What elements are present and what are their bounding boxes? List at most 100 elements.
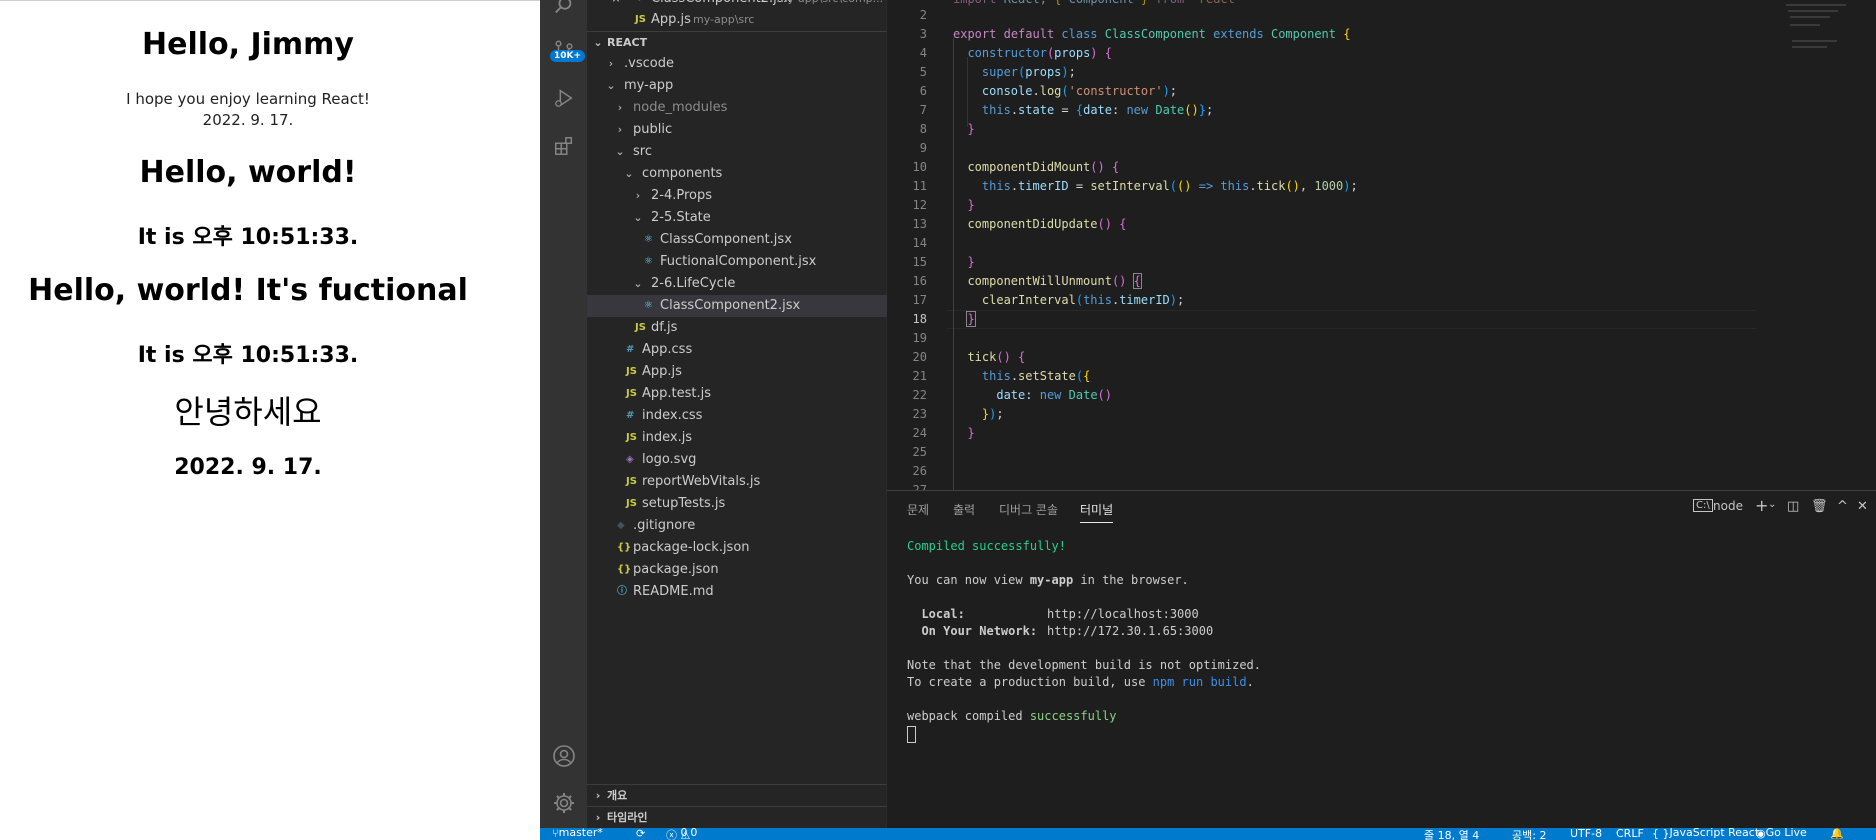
chevron-down-icon: ⌄ [615, 145, 625, 158]
file-item[interactable]: ⚛ FuctionalComponent.jsx [587, 251, 887, 273]
code-editor[interactable]: 2 3 4 5 6 7 8 9 10 11 12 13 14 15 16 17 18 19 20 21 22 23 24 25… [887, 0, 1876, 490]
encoding[interactable]: UTF-8 [1570, 828, 1602, 840]
greeting-heading: Hello, Jimmy [142, 27, 354, 62]
problems-indicator[interactable]: ⓧ 0 ⚠ 0 [666, 828, 697, 840]
terminal-view-line: You can now view my-app in the browser. [907, 573, 1189, 587]
terminal-note-line: Note that the development build is not o… [907, 658, 1262, 672]
file-item[interactable]: ⓘ README.md [587, 581, 887, 603]
tab-problems[interactable]: 문제 [907, 501, 929, 518]
timeline-section[interactable]: › 타임라인 [587, 806, 887, 829]
file-item[interactable]: {} package.json [587, 559, 887, 581]
extensions-icon[interactable] [540, 126, 587, 166]
cursor-position[interactable]: 줄 18, 열 4 [1424, 828, 1479, 840]
code-line-13: componentDidUpdate() { [967, 217, 1127, 231]
tree-item-label: .vscode [624, 56, 674, 71]
search-icon[interactable] [540, 0, 587, 26]
file-item[interactable]: ◆ .gitignore [587, 515, 887, 537]
minimap[interactable] [1766, 0, 1876, 490]
folder-item[interactable]: › .vscode [587, 53, 887, 75]
file-item[interactable]: JS App.test.js [587, 383, 887, 405]
tree-item-label: package-lock.json [633, 540, 750, 555]
go-live-button[interactable]: ◉ Go Live [1756, 828, 1807, 840]
code-line-15: } [967, 255, 975, 269]
code-line-1: import React, { Component } from 'react' [953, 0, 1242, 6]
line-number: 11 [912, 179, 927, 193]
chevron-down-icon: ⌄ [633, 277, 643, 290]
notification-icon[interactable]: 🔔 [1830, 828, 1844, 840]
code-line-3: export default class ClassComponent exte… [953, 27, 1351, 41]
chevron-down-icon[interactable]: ⌄ [1768, 499, 1776, 510]
folder-item[interactable]: ⌄ 2-5.State [587, 207, 887, 229]
tree-item-label: 2-4.Props [651, 188, 713, 203]
file-type-icon: JS [626, 476, 637, 487]
tab-output[interactable]: 출력 [953, 501, 975, 518]
code-line-20: tick() { [967, 350, 1026, 364]
file-type-icon: JS [626, 498, 637, 509]
open-editor-item[interactable]: JS App.js my-app\src [587, 9, 887, 31]
maximize-panel-icon[interactable]: ^ [1837, 499, 1848, 514]
terminal-local-line: Local: http://localhost:3000 [907, 607, 1199, 621]
file-type-icon: ⚛ [644, 234, 653, 245]
file-item[interactable]: JS index.js [587, 427, 887, 449]
chevron-right-icon: › [617, 101, 623, 114]
file-item[interactable]: ⚛ ClassComponent.jsx [587, 229, 887, 251]
file-item[interactable]: ◈ logo.svg [587, 449, 887, 471]
folder-item[interactable]: ⌄ components [587, 163, 887, 185]
file-type-icon: JS [626, 366, 637, 377]
split-terminal-icon[interactable]: ◫ [1787, 499, 1799, 514]
account-icon[interactable] [540, 736, 587, 776]
file-item[interactable]: # index.css [587, 405, 887, 427]
language-mode[interactable]: { } JavaScript React [1652, 828, 1759, 840]
outline-section[interactable]: › 개요 [587, 784, 887, 807]
tree-item-label: App.css [642, 342, 693, 357]
chevron-down-icon: ⌄ [606, 79, 616, 92]
line-number: 20 [912, 350, 927, 364]
file-type-icon: ⚛ [644, 300, 653, 311]
file-item[interactable]: JS reportWebVitals.js [587, 471, 887, 493]
chevron-right-icon: › [617, 123, 623, 136]
chevron-right-icon: › [635, 189, 641, 202]
folder-item[interactable]: › 2-4.Props [587, 185, 887, 207]
line-number: 2 [919, 8, 927, 22]
chevron-right-icon: › [595, 789, 601, 802]
run-debug-icon[interactable] [540, 78, 587, 118]
file-item[interactable]: # App.css [587, 339, 887, 361]
folder-item[interactable]: ⌄ src [587, 141, 887, 163]
terminal-name[interactable]: node [1713, 499, 1743, 513]
tab-terminal[interactable]: 터미널 [1080, 501, 1114, 523]
file-item[interactable]: {} package-lock.json [587, 537, 887, 559]
line-number: 12 [912, 198, 927, 212]
tab-debug-console[interactable]: 디버그 콘솔 [999, 501, 1058, 518]
file-item[interactable]: JS df.js [587, 317, 887, 339]
add-terminal-icon[interactable]: + [1755, 496, 1768, 515]
file-item[interactable]: JS setupTests.js [587, 493, 887, 515]
terminal-cursor [907, 726, 916, 743]
file-item[interactable]: ⚛ ClassComponent2.jsx [587, 295, 887, 317]
workspace-root[interactable]: ⌄ REACT [587, 31, 887, 54]
folder-item[interactable]: › public [587, 119, 887, 141]
folder-item[interactable]: › node_modules [587, 97, 887, 119]
date-big: 2022. 9. 17. [174, 455, 322, 480]
branch-indicator[interactable]: ⑂ master* [552, 828, 603, 840]
folder-item[interactable]: ⌄ 2-6.LifeCycle [587, 273, 887, 295]
bottom-panel: 문제 출력 디버그 콘솔 터미널 C:\ node + ⌄ ◫ 🗑 ^ ✕ Co… [887, 490, 1876, 829]
settings-gear-icon[interactable] [540, 783, 587, 823]
code-line-23: }); [981, 407, 1004, 421]
folder-item[interactable]: ⌄ my-app [587, 75, 887, 97]
line-number: 9 [919, 141, 927, 155]
code-line-8: } [967, 122, 975, 136]
line-ending[interactable]: CRLF [1616, 828, 1644, 840]
close-panel-icon[interactable]: ✕ [1857, 499, 1868, 514]
indentation[interactable]: 공백: 2 [1512, 828, 1546, 840]
file-item[interactable]: JS App.js [587, 361, 887, 383]
sync-icon[interactable]: ⟳ [636, 828, 645, 840]
activity-bar: 10K+ [540, 0, 587, 828]
line-number: 24 [912, 426, 927, 440]
tree-item-label: README.md [633, 584, 714, 599]
trash-icon[interactable]: 🗑 [1811, 499, 1828, 514]
chevron-down-icon: ⌄ [593, 36, 603, 49]
browser-preview: Hello, Jimmy I hope you enjoy learning R… [0, 0, 540, 840]
line-number: 6 [919, 84, 927, 98]
file-type-icon: ⚛ [644, 256, 653, 267]
tree-item-label: logo.svg [642, 452, 697, 467]
